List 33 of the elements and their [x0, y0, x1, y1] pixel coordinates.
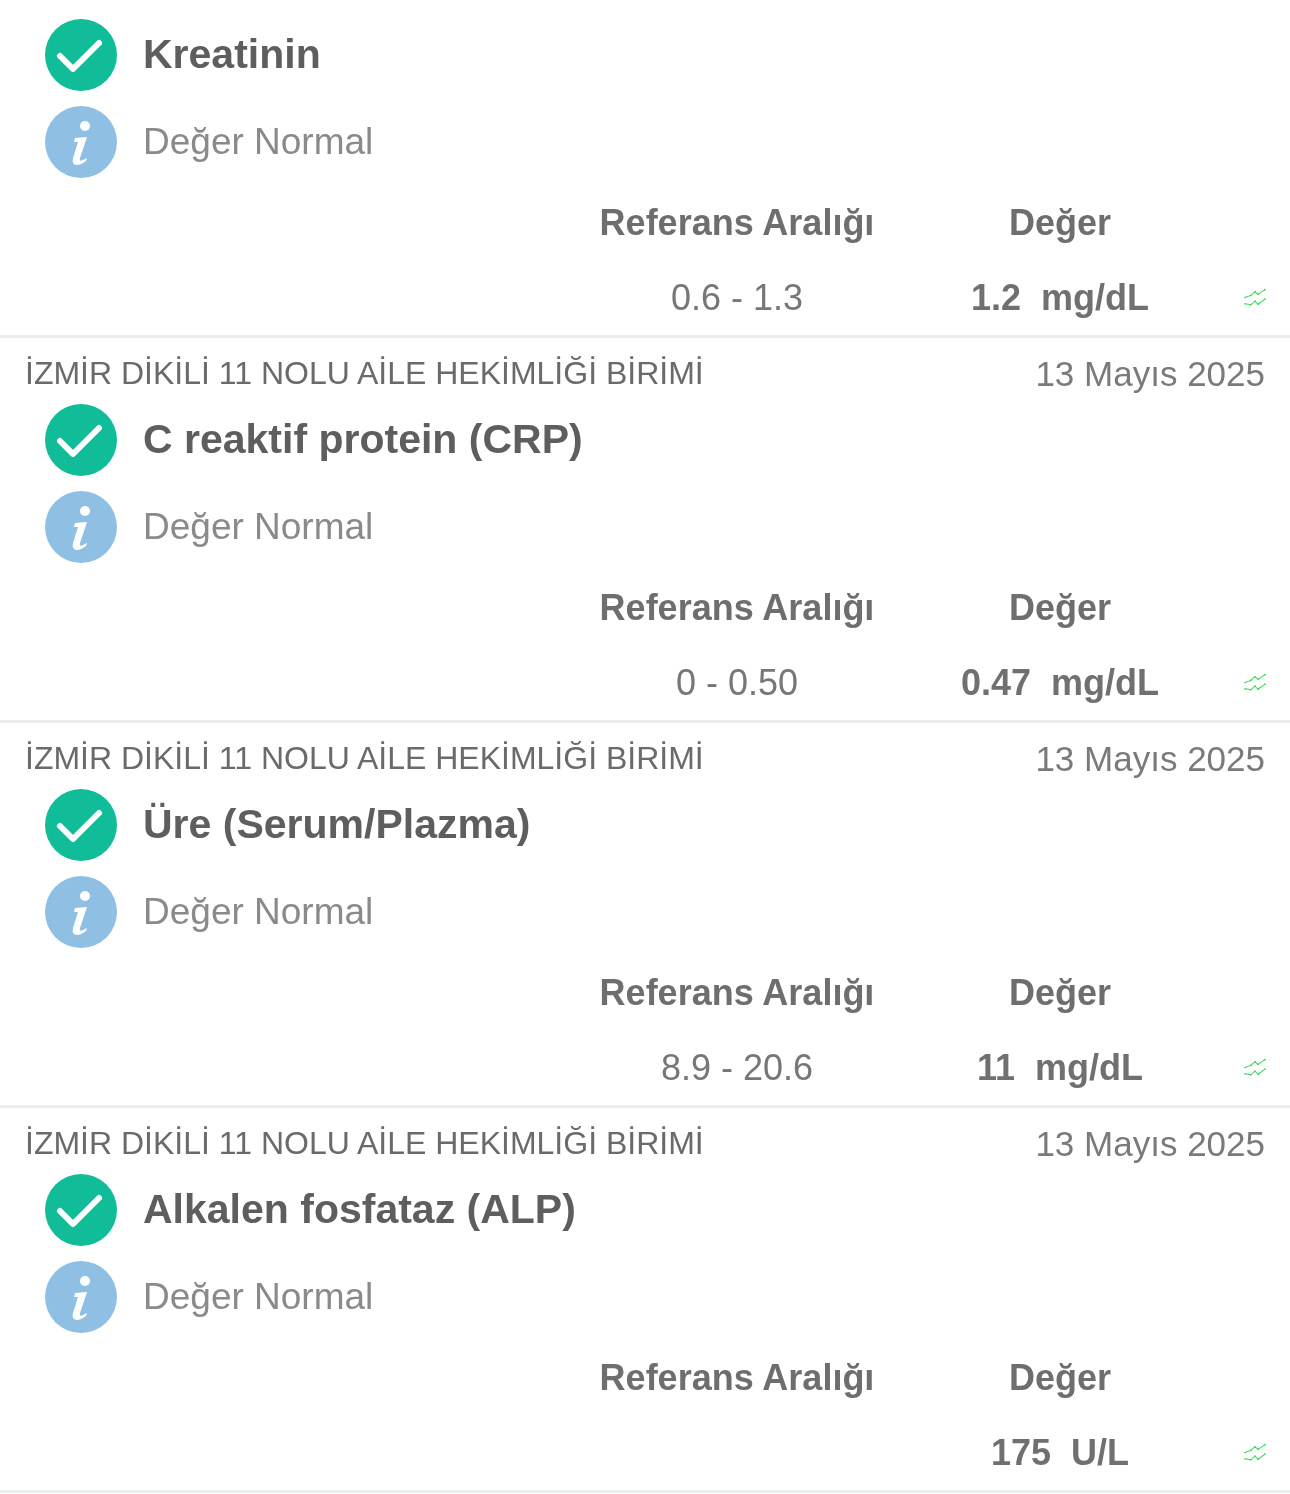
reference-heading: Referans Aralığı [598, 970, 876, 1015]
facility-name: İZMİR DİKİLİ 11 NOLU AİLE HEKİMLİĞİ BİRİMİ [25, 740, 704, 777]
result-value: 0.47 mg/dL [959, 660, 1161, 705]
reference-range: 8.9 - 20.6 [659, 1045, 815, 1090]
status-text: Değer Normal [143, 1275, 374, 1318]
result-value: 11 mg/dL [975, 1045, 1144, 1090]
value-heading: Değer [1007, 970, 1112, 1015]
test-name: Kreatinin [143, 31, 321, 78]
test-name: Üre (Serum/Plazma) [143, 801, 531, 848]
info-icon [45, 1260, 117, 1333]
status-text: Değer Normal [143, 505, 374, 548]
reference-heading: Referans Aralığı [598, 585, 876, 630]
info-icon [45, 875, 117, 948]
reference-range: 0.6 - 1.3 [669, 275, 805, 320]
status-text: Değer Normal [143, 890, 374, 933]
result-value: 175 U/L [989, 1430, 1131, 1475]
result-value: 1.2 mg/dL [970, 275, 1150, 320]
facility-name: İZMİR DİKİLİ 11 NOLU AİLE HEKİMLİĞİ BİRİMİ [25, 1125, 704, 1162]
value-heading: Değer [1007, 585, 1112, 630]
reference-heading: Referans Aralığı [598, 1355, 876, 1400]
status-text: Değer Normal [143, 120, 374, 163]
value-heading: Değer [1007, 200, 1112, 245]
facility-name: İZMİR DİKİLİ 11 NOLU AİLE HEKİMLİĞİ BİRİMİ [25, 355, 704, 392]
result-date: 13 Mayıs 2025 [1035, 738, 1265, 779]
result-date: 13 Mayıs 2025 [1035, 1123, 1265, 1164]
reference-heading: Referans Aralığı [598, 200, 876, 245]
test-name: C reaktif protein (CRP) [143, 416, 583, 463]
info-icon [45, 105, 117, 178]
result-date: 13 Mayıs 2025 [1035, 353, 1265, 394]
test-name: Alkalen fosfataz (ALP) [143, 1186, 576, 1233]
value-heading: Değer [1007, 1355, 1112, 1400]
reference-range: 0 - 0.50 [674, 660, 800, 705]
info-icon [45, 490, 117, 563]
